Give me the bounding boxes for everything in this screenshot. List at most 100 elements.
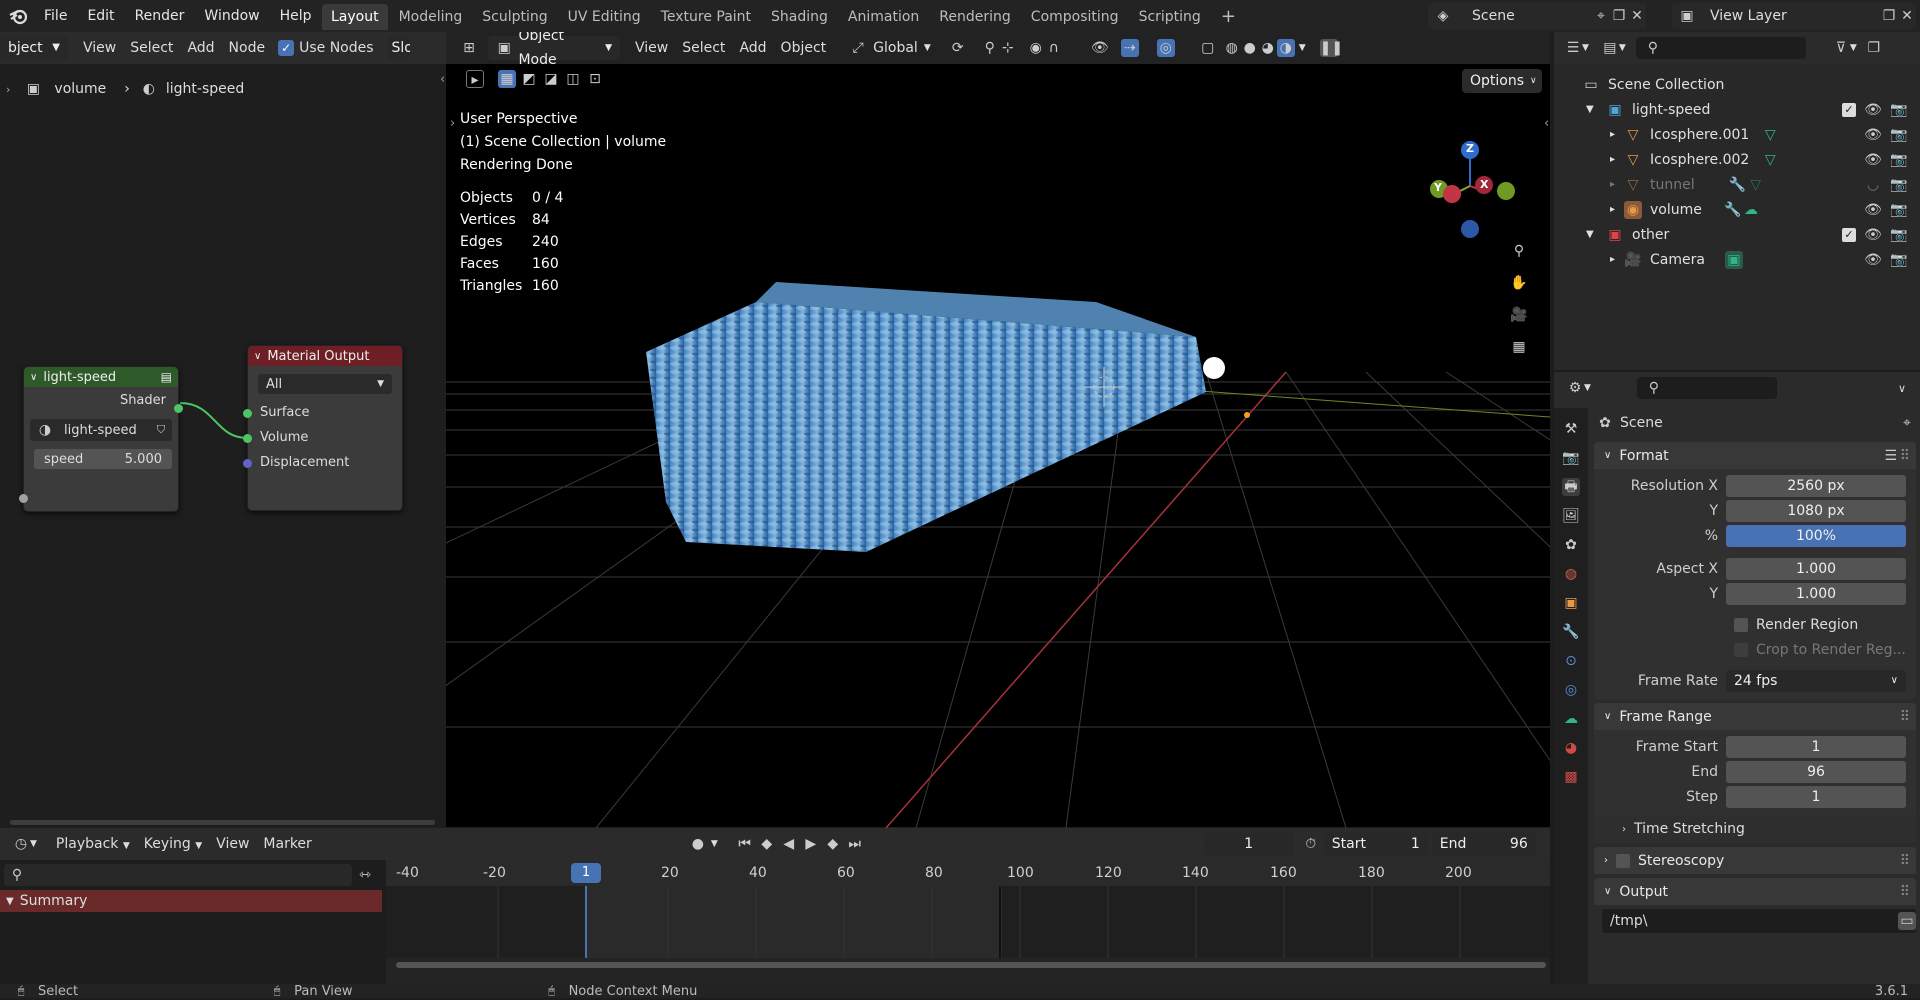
- proportional-edit-icon[interactable]: ◉: [1027, 39, 1045, 57]
- remove-view-layer-icon[interactable]: ✕: [1898, 7, 1916, 25]
- material-selector[interactable]: ◑ light-speed ⛉: [30, 419, 172, 441]
- material-output-node[interactable]: ∨ Material Output All ▼ Surface Volume D…: [243, 345, 403, 511]
- options-dropdown[interactable]: Options ∨: [1462, 69, 1542, 93]
- display-mode-icon[interactable]: ▤: [1601, 39, 1619, 57]
- menu-window[interactable]: Window: [194, 8, 269, 24]
- menu-playback[interactable]: Playback ▼: [49, 832, 137, 856]
- volume-data-icon[interactable]: ☁: [1742, 201, 1760, 219]
- stereoscopy-checkbox[interactable]: [1616, 853, 1630, 868]
- frame-rate-dropdown[interactable]: 24 fps ∨: [1726, 669, 1906, 692]
- render-camera-icon[interactable]: 📷: [1890, 201, 1908, 219]
- render-camera-icon[interactable]: 📷: [1890, 251, 1908, 269]
- chevron-right-icon[interactable]: ▸: [1610, 129, 1624, 140]
- filter-icon[interactable]: ⊽: [1832, 39, 1850, 57]
- volume-object[interactable]: [646, 282, 1206, 552]
- menu-add[interactable]: Add: [732, 36, 773, 60]
- texture-tab-icon[interactable]: ▩: [1562, 768, 1580, 786]
- render-camera-icon[interactable]: 📷: [1890, 151, 1908, 169]
- new-collection-icon[interactable]: ❐: [1865, 39, 1883, 57]
- timeline-search-input[interactable]: ⚲: [4, 864, 352, 886]
- stereoscopy-panel-header[interactable]: › Stereoscopy ⠿: [1594, 847, 1916, 874]
- output-panel-header[interactable]: ∨ Output ⠿: [1594, 878, 1916, 905]
- jump-start-icon[interactable]: ⏮: [736, 835, 754, 853]
- render-target-dropdown[interactable]: All ▼: [258, 374, 392, 394]
- mesh-data-icon[interactable]: ▽: [1761, 126, 1779, 144]
- new-view-layer-icon[interactable]: ❐: [1880, 7, 1898, 25]
- displacement-input-socket[interactable]: [243, 459, 252, 468]
- fake-user-shield-icon[interactable]: ⛉: [152, 421, 170, 439]
- xray-icon[interactable]: ▢: [1199, 39, 1217, 57]
- view-layer-tab-icon[interactable]: 🖼: [1562, 507, 1580, 525]
- chevron-down-icon[interactable]: ▼: [1299, 43, 1306, 53]
- horizontal-scrollbar[interactable]: [10, 820, 435, 825]
- snap-icon[interactable]: ⚲: [981, 39, 999, 57]
- new-scene-icon[interactable]: ❐: [1610, 7, 1628, 25]
- mode-dropdown[interactable]: ▣ Object Mode ▼: [488, 32, 620, 68]
- resolution-y-field[interactable]: 1080 px: [1726, 499, 1906, 522]
- chevron-down-icon[interactable]: ∨: [30, 372, 37, 383]
- tab-layout[interactable]: Layout: [322, 4, 388, 30]
- shader-output-socket[interactable]: [174, 404, 183, 413]
- modifier-tab-icon[interactable]: 🔧: [1562, 623, 1580, 641]
- camera-data-icon[interactable]: ▣: [1724, 250, 1743, 269]
- particles-tab-icon[interactable]: ⊙: [1562, 652, 1580, 670]
- drag-handle-icon[interactable]: ⠿: [1900, 709, 1910, 725]
- icosphere-light[interactable]: [1203, 357, 1225, 379]
- current-frame-field[interactable]: 1: [1203, 832, 1294, 856]
- pin-icon[interactable]: ⌖: [1898, 414, 1916, 432]
- menu-view[interactable]: View: [209, 832, 256, 856]
- editor-type-icon[interactable]: ⊞: [460, 39, 478, 57]
- material-tab-icon[interactable]: ◕: [1562, 739, 1580, 757]
- folder-icon[interactable]: ▭: [1898, 912, 1916, 930]
- menu-marker[interactable]: Marker: [256, 832, 318, 856]
- menu-help[interactable]: Help: [270, 8, 322, 24]
- crop-render-region-checkbox[interactable]: Crop to Render Reg...: [1594, 637, 1906, 662]
- timeline-canvas[interactable]: -40 -20 1 20 40 60 80 100 120 140 160 18…: [386, 860, 1550, 984]
- end-frame-field[interactable]: End 96: [1431, 832, 1536, 856]
- resolution-x-field[interactable]: 2560 px: [1726, 474, 1906, 497]
- properties-search-input[interactable]: ⚲: [1636, 377, 1777, 399]
- tab-shading[interactable]: Shading: [762, 4, 837, 30]
- render-disabled-icon[interactable]: 📷: [1890, 176, 1908, 194]
- chevron-right-icon[interactable]: ▸: [1610, 154, 1624, 165]
- camera-view-icon[interactable]: 🎥: [1510, 306, 1528, 324]
- frame-ruler[interactable]: -40 -20 1 20 40 60 80 100 120 140 160 18…: [386, 860, 1550, 886]
- menu-file[interactable]: File: [34, 8, 77, 24]
- mesh-data-icon[interactable]: ▽: [1761, 151, 1779, 169]
- view-layer-selector[interactable]: ▣ View Layer ❐ ✕: [1672, 3, 1916, 29]
- zoom-icon[interactable]: ⚲: [1510, 242, 1528, 260]
- eye-closed-icon[interactable]: ◡: [1864, 176, 1882, 194]
- presets-icon[interactable]: ☰: [1882, 447, 1900, 465]
- jump-keyframe-back-icon[interactable]: ◆: [758, 835, 776, 853]
- stopwatch-icon[interactable]: ⏱: [1302, 835, 1320, 853]
- chevron-down-icon[interactable]: ▼: [1586, 229, 1600, 240]
- frame-range-panel-header[interactable]: ∨ Frame Range ⠿: [1594, 703, 1916, 730]
- render-tab-icon[interactable]: 📷: [1562, 449, 1580, 467]
- snap-target-icon[interactable]: ⊹: [999, 39, 1017, 57]
- resolution-percentage-field[interactable]: 100%: [1726, 524, 1906, 547]
- start-frame-field[interactable]: Start 1: [1323, 832, 1428, 856]
- blender-logo-icon[interactable]: [8, 6, 28, 26]
- play-icon[interactable]: ▶: [802, 835, 820, 853]
- object-tab-icon[interactable]: ▣: [1562, 594, 1580, 612]
- orientation-dropdown[interactable]: ⤢ Global ▼: [849, 39, 931, 57]
- play-reverse-icon[interactable]: ◀: [780, 835, 798, 853]
- toolbar-toggle-icon[interactable]: ›: [450, 116, 455, 131]
- frame-step-field[interactable]: 1: [1726, 785, 1906, 808]
- solid-shading-icon[interactable]: ●: [1241, 39, 1259, 57]
- pin-icon[interactable]: ⌖: [1592, 7, 1610, 25]
- outliner-scene-collection[interactable]: ▭ Scene Collection: [1554, 72, 1920, 97]
- visibility-icon[interactable]: 👁: [1091, 39, 1109, 57]
- overlays-toggle-icon[interactable]: ◎: [1156, 39, 1175, 57]
- chevron-right-icon[interactable]: ▸: [1610, 204, 1624, 215]
- tab-animation[interactable]: Animation: [839, 4, 928, 30]
- menu-view[interactable]: View: [628, 36, 675, 60]
- scene-selector[interactable]: ◈ Scene ⌖ ❐ ✕: [1428, 3, 1646, 29]
- select-extend-icon[interactable]: ◩: [520, 70, 538, 88]
- physics-tab-icon[interactable]: ◎: [1562, 681, 1580, 699]
- menu-edit[interactable]: Edit: [77, 8, 124, 24]
- tab-rendering[interactable]: Rendering: [930, 4, 1020, 30]
- exclude-checkbox[interactable]: ✓: [1842, 102, 1856, 117]
- tab-modeling[interactable]: Modeling: [390, 4, 472, 30]
- aspect-x-field[interactable]: 1.000: [1726, 557, 1906, 580]
